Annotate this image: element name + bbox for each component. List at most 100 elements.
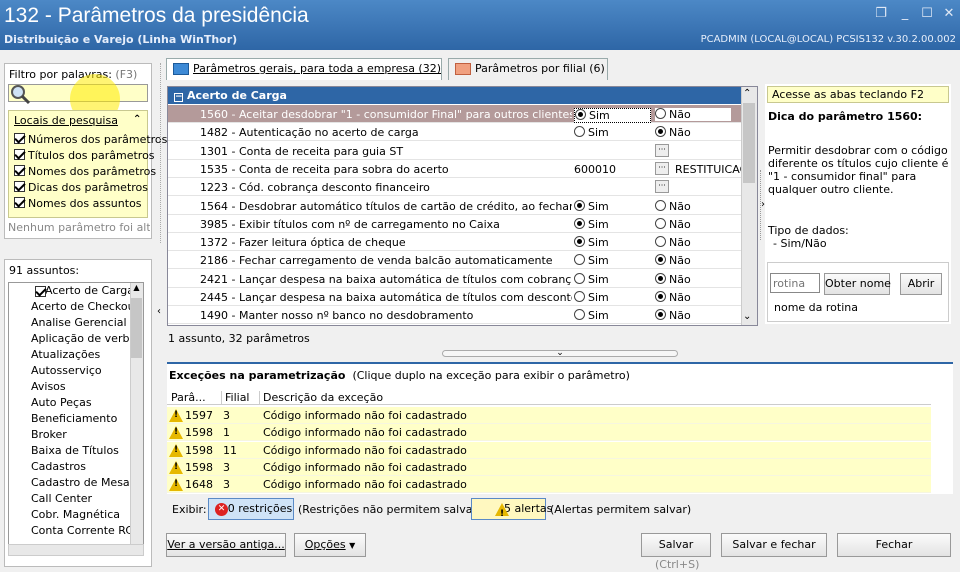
topic-item[interactable]: Broker — [9, 427, 143, 443]
topic-item[interactable]: Auto Peças — [9, 395, 143, 411]
tab-branch-label: Parâmetros por filial (6) — [475, 62, 605, 75]
parameter-row[interactable]: 1535 - Conta de receita para sobra do ac… — [168, 160, 741, 178]
parameter-row[interactable]: 1301 - Conta de receita para guia ST ··· — [168, 142, 741, 160]
parameter-row[interactable]: 1482 - Autenticação no acerto de carga Si… — [168, 123, 741, 142]
minimize-icon[interactable]: _ — [896, 6, 914, 22]
warning-icon — [169, 426, 183, 440]
topic-item[interactable]: Acerto de Carga — [9, 283, 143, 299]
search-icon — [10, 84, 31, 105]
parameter-row[interactable]: 2421 - Lançar despesa na baixa automátic… — [168, 270, 741, 288]
restrictions-button[interactable]: ✕ 0 restrições — [208, 498, 294, 520]
tip-body: Permitir desdobrar com o código diferent… — [768, 144, 949, 196]
parameter-row[interactable]: 2445 - Lançar despesa na baixa automátic… — [168, 288, 741, 306]
topic-item[interactable]: Cadastros — [9, 459, 143, 475]
tab-branch[interactable]: Parâmetros por filial (6) — [448, 58, 608, 80]
parameter-row[interactable]: 1564 - Desdobrar automático títulos de c… — [168, 197, 741, 215]
search-option[interactable]: Títulos dos parâmetros — [14, 149, 167, 165]
search-option[interactable]: Números dos parâmetros — [14, 133, 167, 149]
topic-item[interactable]: Cobr. Magnética — [9, 507, 143, 523]
parameter-row[interactable]: 3985 - Exibir títulos com nº de carregam… — [168, 215, 741, 233]
maximize-icon[interactable]: ☐ — [918, 6, 936, 22]
window-title: 132 - Parâmetros da presidência — [4, 4, 309, 27]
lookup-button: ··· — [655, 161, 669, 175]
scroll-down-icon[interactable]: ⌄ — [743, 311, 751, 322]
exception-row[interactable]: 15973Código informado não foi cadastrado — [167, 407, 931, 424]
locations-title: Locais de pesquisa — [14, 114, 118, 127]
checkbox — [14, 197, 25, 208]
radio-nao: Não — [655, 291, 691, 304]
scroll-up-icon[interactable]: ⌃ — [743, 88, 751, 99]
title-bar: 132 - Parâmetros da presidência Distribu… — [0, 0, 960, 50]
parameter-row[interactable]: 2186 - Fechar carregamento de venda balc… — [168, 251, 741, 270]
open-button[interactable]: Abrir — [900, 273, 942, 295]
lookup-button: ··· — [655, 143, 669, 157]
dropdown-icon: ▼ — [349, 541, 356, 550]
scroll-thumb[interactable] — [743, 103, 755, 183]
close-button[interactable]: Fechar — [837, 533, 951, 557]
parameter-row[interactable]: 1372 - Fazer leitura óptica de cheque Sim… — [168, 233, 741, 252]
parameter-label: 1564 - Desdobrar automático títulos de c… — [200, 199, 572, 213]
scroll-up-icon[interactable]: ▲ — [131, 283, 142, 293]
topic-item[interactable]: Beneficiamento — [9, 411, 143, 427]
col-description: Descrição da exceção — [259, 391, 383, 404]
lookup-description: RESTITUICAO — [675, 162, 741, 176]
radio-sim: Sim — [574, 272, 609, 286]
topic-item[interactable]: Call Center — [9, 491, 143, 507]
search-option[interactable]: Dicas dos parâmetros — [14, 181, 167, 197]
parameter-row[interactable]: 1490 - Manter nosso nº banco no desdobra… — [168, 306, 741, 325]
horizontal-splitter[interactable]: ⌄ — [442, 349, 678, 358]
checkbox — [14, 149, 25, 160]
search-locations-panel: Locais de pesquisa ⌃ Números dos parâmet… — [8, 110, 167, 218]
exceptions-heading: Exceções na parametrização (Clique duplo… — [169, 369, 630, 382]
old-version-button[interactable]: Ver a versão antiga... — [166, 533, 286, 557]
scroll-thumb[interactable] — [131, 298, 142, 358]
topic-item[interactable]: Avisos — [9, 379, 143, 395]
get-name-button[interactable]: Obter nome — [824, 273, 891, 295]
splitter[interactable] — [156, 63, 161, 243]
lookup-code: 600010 — [574, 162, 616, 176]
topic-item[interactable]: Acerto de Checkout — [9, 299, 143, 315]
topic-item[interactable]: Aplicação de verbas — [9, 331, 143, 347]
tip-title: Dica do parâmetro 1560: — [768, 110, 923, 123]
restore-icon[interactable]: ❐ — [872, 6, 890, 22]
close-icon[interactable]: ✕ — [940, 6, 958, 22]
collapse-icon[interactable]: ⌃ — [133, 114, 141, 125]
parameter-label: 1482 - Autenticação no acerto de carga — [200, 126, 419, 140]
radio-nao: Não — [655, 199, 691, 213]
parameter-row[interactable]: 1223 - Cód. cobrança desconto financeiro… — [168, 178, 741, 197]
save-button[interactable]: Salvar — [641, 533, 711, 557]
topic-item[interactable]: Conta Corrente RCA — [9, 523, 143, 539]
warning-icon — [169, 478, 183, 492]
topics-hscrollbar[interactable] — [8, 544, 144, 556]
exception-row[interactable]: 15981Código informado não foi cadastrado — [167, 424, 931, 442]
topic-item[interactable]: Cadastro de Mesas — [9, 475, 143, 491]
parameter-label: 1372 - Fazer leitura óptica de cheque — [200, 236, 406, 250]
grid-footer: 1 assunto, 32 parâmetros — [168, 332, 310, 345]
alerts-button[interactable]: 5 alertas — [471, 498, 552, 524]
parameter-label: 1301 - Conta de receita para guia ST — [200, 144, 404, 158]
save-close-button[interactable]: Salvar e fechar — [721, 533, 827, 557]
options-button[interactable]: Opções ▼ — [294, 533, 366, 557]
search-option[interactable]: Nomes dos assuntos — [14, 197, 167, 213]
radio-nao: Não — [655, 236, 691, 249]
collapse-left-icon[interactable]: ‹ — [157, 306, 161, 317]
window-subtitle: Distribuição e Varejo (Linha WinThor) — [4, 33, 238, 46]
routine-input[interactable] — [770, 273, 820, 293]
topic-item[interactable]: Baixa de Títulos — [9, 443, 143, 459]
exception-row[interactable]: 15983Código informado não foi cadastrado — [167, 458, 931, 476]
topics-list: Acerto de Carga Acerto de Checkout Analise… — [8, 282, 144, 552]
radio-nao: Não — [655, 217, 691, 231]
tab-general-label: Parâmetros gerais, para toda a empresa (… — [193, 62, 442, 75]
parameter-label: 1560 - Aceitar desdobrar "1 - consumidor… — [200, 108, 572, 121]
topic-item[interactable]: Autosserviço — [9, 363, 143, 379]
search-option[interactable]: Nomes dos parâmetros — [14, 165, 167, 181]
parameter-row[interactable]: 1560 - Aceitar desdobrar "1 - consumidor… — [168, 105, 741, 123]
topic-item[interactable]: Atualizações — [9, 347, 143, 363]
exception-row[interactable]: 16483Código informado não foi cadastrado — [167, 476, 931, 494]
tab-general[interactable]: Parâmetros gerais, para toda a empresa (… — [166, 58, 442, 80]
routine-box: Obter nome Abrir nome da rotina — [767, 262, 949, 322]
exception-row[interactable]: 159811Código informado não foi cadastrad… — [167, 441, 931, 459]
group-header[interactable]: − Acerto de Carga — [168, 87, 741, 104]
topic-item[interactable]: Analise Gerencial — [9, 315, 143, 331]
col-param: Parâ... — [171, 391, 206, 404]
